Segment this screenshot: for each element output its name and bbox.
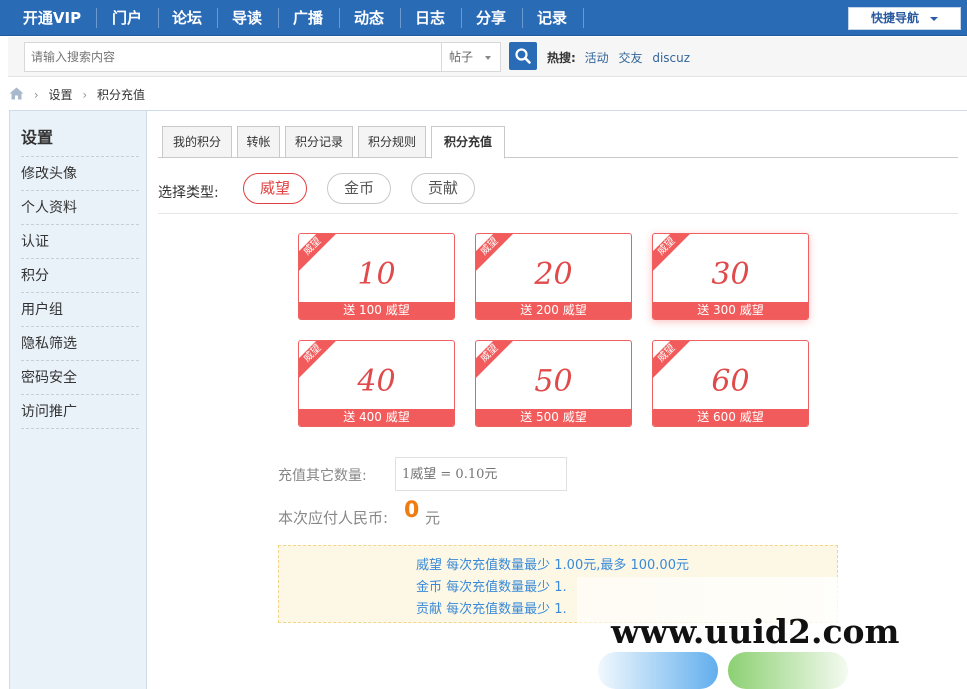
watermark-text: www.uuid2.com bbox=[611, 612, 900, 651]
sidebar-item-password[interactable]: 密码安全 bbox=[21, 361, 139, 395]
tab-transfer[interactable]: 转帐 bbox=[237, 126, 280, 158]
payment-label: 本次应付人民币: bbox=[278, 509, 389, 527]
notice-line: 威望 每次充值数量最少 1.00元,最多 100.00元 bbox=[416, 558, 689, 573]
credit-tabs: 我的积分 转帐 积分记录 积分规则 积分充值 bbox=[158, 125, 958, 159]
card-bonus: 送 600 威望 bbox=[653, 409, 808, 426]
breadcrumb-chevron-icon: › bbox=[82, 88, 88, 102]
card-amount: 40 bbox=[357, 364, 396, 399]
nav-separator bbox=[461, 8, 462, 28]
nav-separator bbox=[96, 8, 97, 28]
nav-separator bbox=[583, 8, 584, 28]
quick-nav-label: 快捷导航 bbox=[871, 11, 920, 25]
chevron-down-icon bbox=[930, 17, 938, 21]
sidebar-item-verify[interactable]: 认证 bbox=[21, 225, 139, 259]
search-bar: 帖子 热搜: 活动 交友 discuz bbox=[8, 37, 967, 77]
notice-line: 金币 每次充值数量最少 1. bbox=[416, 580, 567, 595]
nav-item-feed[interactable]: 动态 bbox=[344, 0, 394, 36]
breadcrumb: › 设置 › 积分充值 bbox=[9, 86, 145, 104]
payment-unit: 元 bbox=[425, 509, 441, 527]
recharge-package-card[interactable]: 威望 20 送 200 威望 bbox=[475, 233, 632, 320]
watermark-blue-shape bbox=[598, 652, 718, 689]
nav-separator bbox=[217, 8, 218, 28]
card-bonus: 送 400 威望 bbox=[299, 409, 454, 426]
settings-sidebar: 设置 修改头像 个人资料 认证 积分 用户组 隐私筛选 密码安全 访问推广 bbox=[9, 111, 147, 689]
nav-item-record[interactable]: 记录 bbox=[527, 0, 577, 36]
sidebar-item-profile[interactable]: 个人资料 bbox=[21, 191, 139, 225]
sidebar-title: 设置 bbox=[21, 128, 54, 147]
nav-item-blog[interactable]: 日志 bbox=[405, 0, 455, 36]
type-divider bbox=[158, 213, 958, 214]
nav-separator bbox=[158, 8, 159, 28]
payment-amount: 0 bbox=[404, 498, 420, 523]
breadcrumb-settings[interactable]: 设置 bbox=[48, 88, 72, 102]
notice-line: 贡献 每次充值数量最少 1. bbox=[416, 602, 567, 617]
nav-separator bbox=[339, 8, 340, 28]
search-input[interactable] bbox=[24, 42, 441, 72]
nav-item-share[interactable]: 分享 bbox=[466, 0, 516, 36]
hot-search: 热搜: 活动 交友 discuz bbox=[547, 49, 696, 66]
card-bonus: 送 300 威望 bbox=[653, 302, 808, 319]
nav-separator bbox=[400, 8, 401, 28]
nav-separator bbox=[522, 8, 523, 28]
tab-recharge[interactable]: 积分充值 bbox=[431, 126, 505, 159]
recharge-package-card[interactable]: 威望 10 送 100 威望 bbox=[298, 233, 455, 320]
watermark-green-shape bbox=[728, 652, 848, 689]
other-amount-input[interactable] bbox=[395, 457, 567, 491]
type-option-gold[interactable]: 金币 bbox=[327, 173, 391, 204]
card-amount: 60 bbox=[711, 364, 750, 399]
nav-item-guide[interactable]: 导读 bbox=[222, 0, 272, 36]
nav-separator bbox=[278, 8, 279, 28]
sidebar-item-credits[interactable]: 积分 bbox=[21, 259, 139, 293]
nav-item-broadcast[interactable]: 广播 bbox=[283, 0, 333, 36]
hot-link[interactable]: 交友 bbox=[618, 51, 642, 65]
breadcrumb-chevron-icon: › bbox=[33, 88, 39, 102]
search-type-select[interactable]: 帖子 bbox=[441, 42, 501, 72]
sidebar-item-privacy[interactable]: 隐私筛选 bbox=[21, 327, 139, 361]
card-amount: 20 bbox=[534, 257, 573, 292]
other-amount-label: 充值其它数量: bbox=[278, 468, 367, 484]
type-option-prestige[interactable]: 威望 bbox=[243, 173, 307, 204]
card-bonus: 送 200 威望 bbox=[476, 302, 631, 319]
top-nav-bar: 开通VIP 门户 论坛 导读 广播 动态 日志 分享 记录 快捷导航 bbox=[0, 0, 967, 36]
search-type-value: 帖子 bbox=[449, 50, 474, 64]
nav-item-vip[interactable]: 开通VIP bbox=[14, 0, 90, 36]
home-icon[interactable] bbox=[9, 87, 24, 105]
tab-credit-rules[interactable]: 积分规则 bbox=[358, 126, 426, 158]
search-icon bbox=[515, 48, 531, 64]
nav-item-forum[interactable]: 论坛 bbox=[163, 0, 211, 36]
card-amount: 10 bbox=[357, 257, 396, 292]
type-option-contribution[interactable]: 贡献 bbox=[411, 173, 475, 204]
sidebar-item-usergroup[interactable]: 用户组 bbox=[21, 293, 139, 327]
recharge-package-card[interactable]: 威望 60 送 600 威望 bbox=[652, 340, 809, 427]
chevron-down-icon bbox=[485, 56, 491, 60]
recharge-package-card[interactable]: 威望 30 送 300 威望 bbox=[652, 233, 809, 320]
sidebar-item-avatar[interactable]: 修改头像 bbox=[21, 157, 139, 191]
sidebar-item-promotion[interactable]: 访问推广 bbox=[21, 395, 139, 429]
type-select-label: 选择类型: bbox=[158, 185, 219, 201]
nav-item-portal[interactable]: 门户 bbox=[102, 0, 152, 36]
hot-link[interactable]: discuz bbox=[652, 51, 690, 65]
hot-search-label: 热搜: bbox=[547, 51, 576, 65]
card-bonus: 送 100 威望 bbox=[299, 302, 454, 319]
quick-nav-button[interactable]: 快捷导航 bbox=[848, 7, 961, 30]
recharge-package-card[interactable]: 威望 50 送 500 威望 bbox=[475, 340, 632, 427]
search-button[interactable] bbox=[509, 42, 537, 70]
tab-my-credits[interactable]: 我的积分 bbox=[162, 126, 232, 158]
breadcrumb-current: 积分充值 bbox=[96, 88, 145, 102]
recharge-package-card[interactable]: 威望 40 送 400 威望 bbox=[298, 340, 455, 427]
tab-credit-log[interactable]: 积分记录 bbox=[285, 126, 353, 158]
card-amount: 30 bbox=[711, 257, 750, 292]
hot-link[interactable]: 活动 bbox=[585, 51, 609, 65]
card-amount: 50 bbox=[534, 364, 573, 399]
breadcrumb-divider bbox=[9, 110, 967, 111]
card-bonus: 送 500 威望 bbox=[476, 409, 631, 426]
